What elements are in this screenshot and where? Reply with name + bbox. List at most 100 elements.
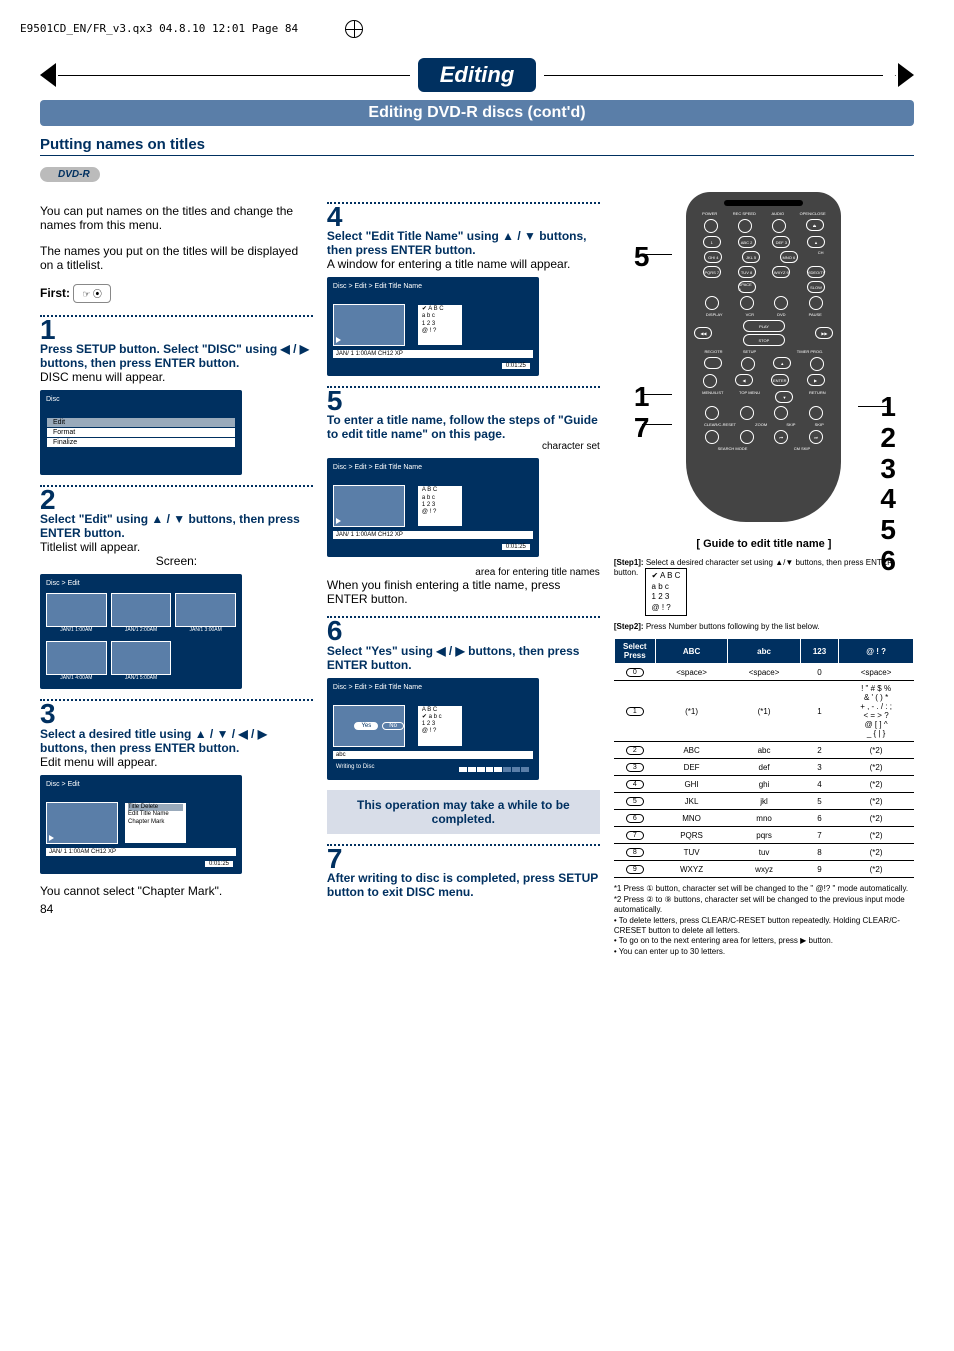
- table-row: 5JKLjkl5(*2): [614, 793, 913, 810]
- zoom-button[interactable]: [774, 406, 788, 420]
- clear-button[interactable]: [705, 430, 719, 444]
- pause-button[interactable]: [809, 296, 823, 310]
- step5-num: 5: [327, 388, 600, 413]
- table-cell: 9: [800, 861, 838, 878]
- setup-button[interactable]: [741, 357, 755, 371]
- stop-button[interactable]: STOP: [743, 334, 785, 346]
- table-cell: (*2): [839, 827, 914, 844]
- yes-button: Yes: [354, 722, 378, 730]
- cmskip-button[interactable]: [740, 430, 754, 444]
- up-button[interactable]: ▲: [773, 357, 791, 369]
- step5-body: When you finish entering a title name, p…: [327, 578, 600, 606]
- table-cell: (*2): [839, 844, 914, 861]
- num-5-button[interactable]: JKL 5: [742, 251, 760, 263]
- num-2-button[interactable]: ABC 2: [738, 236, 756, 248]
- table-cell: DEF: [655, 759, 728, 776]
- play-button[interactable]: PLAY: [743, 320, 785, 332]
- num-button-icon: 0: [626, 668, 644, 677]
- skip-label: SKIP: [815, 423, 824, 427]
- power-button[interactable]: [704, 219, 718, 233]
- guide-note-line: • To go on to the next entering area for…: [614, 936, 914, 946]
- intro-1: You can put names on the titles and chan…: [40, 204, 313, 232]
- skip-back-button[interactable]: ⏮: [774, 430, 788, 444]
- table-row: 7PQRSpqrs7(*2): [614, 827, 913, 844]
- openclose-button[interactable]: ⏏: [806, 219, 824, 231]
- recotr-button[interactable]: [704, 357, 722, 369]
- table-cell: ! " # $ % & ' ( ) * + , - . / : ; < = > …: [839, 681, 914, 742]
- header-text: E9501CD_EN/FR_v3.qx3 04.8.10 12:01 Page …: [20, 22, 298, 35]
- step3-breadcrumb: Disc > Edit: [46, 781, 236, 788]
- table-corner: Select Press: [614, 639, 655, 664]
- searchmode-label: SEARCH MODE: [718, 447, 748, 451]
- table-cell: tuv: [728, 844, 801, 861]
- recmonitor-button[interactable]: [703, 374, 717, 388]
- table-cell: ABC: [655, 742, 728, 759]
- table-cell: GHI: [655, 776, 728, 793]
- step2-breadcrumb: Disc > Edit: [46, 580, 236, 587]
- table-row: 9WXYZwxyz9(*2): [614, 861, 913, 878]
- guide-step2-text: Press Number buttons following by the li…: [646, 622, 820, 631]
- step7-num: 7: [327, 846, 600, 871]
- table-cell: (*2): [839, 861, 914, 878]
- step5-screen: Disc > Edit > Edit Title Name A B C a b …: [327, 458, 539, 557]
- step6-footer-left: abc: [336, 752, 346, 758]
- step2-caption: Screen:: [40, 554, 313, 568]
- num-1-button[interactable]: 1: [703, 236, 721, 248]
- charset-row: a b c: [422, 495, 458, 502]
- writing-label: Writing to Disc: [336, 764, 375, 773]
- table-cell: <space>: [839, 664, 914, 681]
- skip-label: SKIP: [786, 423, 795, 427]
- ch-up-button[interactable]: ▲: [807, 236, 825, 248]
- annot-area: area for entering title names: [327, 567, 600, 578]
- step5-title: To enter a title name, follow the steps …: [327, 413, 600, 441]
- step4-num: 4: [327, 204, 600, 229]
- table-cell: TUV: [655, 844, 728, 861]
- dvd-button[interactable]: [774, 296, 788, 310]
- videotv-button[interactable]: VIDEO/TV: [807, 266, 825, 278]
- charset-row: @ ! ?: [422, 728, 458, 735]
- rew-button[interactable]: ◀◀: [694, 327, 712, 339]
- guide-step1-label: [Step1]:: [614, 558, 644, 567]
- num-8-button[interactable]: TUV 8: [738, 266, 756, 278]
- display-button[interactable]: [705, 296, 719, 310]
- table-cell: MNO: [655, 810, 728, 827]
- return-button[interactable]: [809, 406, 823, 420]
- num-6-button[interactable]: MNO 6: [780, 251, 798, 263]
- timerprog-button[interactable]: [810, 357, 824, 371]
- table-cell: <space>: [728, 664, 801, 681]
- audio-label: AUDIO: [771, 212, 784, 216]
- step2-num: 2: [40, 487, 313, 512]
- num-9-button[interactable]: WXYZ 9: [772, 266, 790, 278]
- slow-button[interactable]: SLOW: [807, 281, 825, 293]
- step6-breadcrumb: Disc > Edit > Edit Title Name: [333, 684, 533, 691]
- left-button[interactable]: ◀: [735, 374, 753, 386]
- num-3-button[interactable]: DEF 3: [772, 236, 790, 248]
- recspeed-button[interactable]: [738, 219, 752, 233]
- step5-footer-left: JAN/ 1 1:00AM CH12 XP: [336, 532, 403, 538]
- table-cell: jkl: [728, 793, 801, 810]
- table-cell: JKL: [655, 793, 728, 810]
- table-cell: PQRS: [655, 827, 728, 844]
- guide-step2-label: [Step2]:: [614, 622, 644, 631]
- right-button[interactable]: ▶: [807, 374, 825, 386]
- charset-row: A B C: [422, 707, 458, 714]
- vcr-button[interactable]: [740, 296, 754, 310]
- crosshair-icon: [345, 20, 363, 38]
- ff-button[interactable]: ▶▶: [815, 327, 833, 339]
- no-button: No: [382, 722, 404, 730]
- num-4-button[interactable]: GHI 4: [704, 251, 722, 263]
- skip-fwd-button[interactable]: ⏭: [809, 430, 823, 444]
- down-button[interactable]: ▼: [775, 391, 793, 403]
- menu-item-edit: Edit: [47, 418, 235, 428]
- step3-num: 3: [40, 701, 313, 726]
- charset-row: 1 2 3: [422, 321, 458, 328]
- table-cell: abc: [728, 742, 801, 759]
- menu-edit-title-name: Edit Title Name: [128, 811, 183, 819]
- enter-button[interactable]: ENTER: [771, 374, 789, 386]
- menulist-button[interactable]: [705, 406, 719, 420]
- topmenu-button[interactable]: [740, 406, 754, 420]
- num-0-button[interactable]: SPACE 0: [738, 281, 756, 293]
- audio-button[interactable]: [772, 219, 786, 233]
- num-7-button[interactable]: PQRS 7: [703, 266, 721, 278]
- page-subtitle: Editing DVD-R discs (cont'd): [40, 100, 914, 126]
